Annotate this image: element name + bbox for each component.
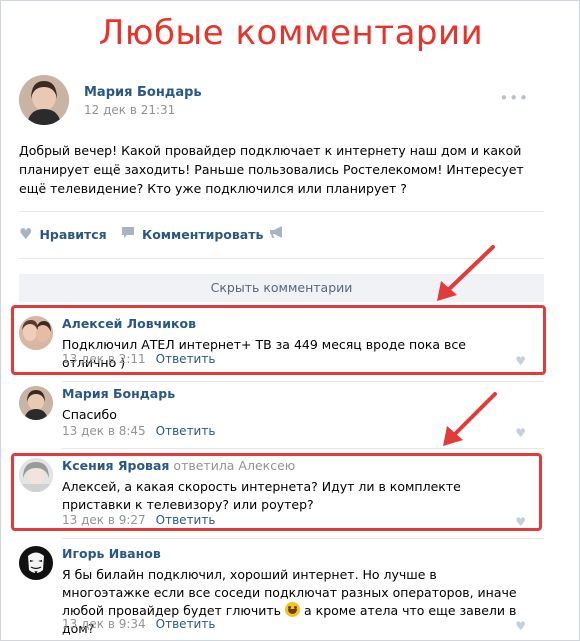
red-arrow-icon — [437, 245, 495, 301]
highlight-box — [11, 305, 546, 375]
more-options-icon[interactable]: ••• — [499, 89, 529, 107]
divider — [62, 381, 544, 382]
comment-meta: 13 дек в 9:34 Ответить — [62, 617, 215, 631]
like-button[interactable]: ♥ Нравится — [19, 225, 107, 243]
post-header: Мария Бондарь 12 дек в 21:31 ••• — [19, 75, 529, 127]
divider — [19, 211, 544, 212]
grinning-emoji-icon — [285, 602, 301, 617]
comment-date[interactable]: 13 дек в 8:45 — [62, 424, 146, 438]
avatar-photo-icon — [19, 75, 69, 125]
comment-item: Игорь Иванов Я бы билайн подключил, хоро… — [19, 546, 544, 636]
speech-bubble-icon — [121, 225, 135, 243]
reply-button[interactable]: Ответить — [156, 424, 216, 438]
avatar[interactable] — [19, 75, 69, 125]
divider — [62, 538, 544, 539]
comment-author[interactable]: Игорь Иванов — [62, 546, 161, 561]
post-text: Добрый вечер! Какой провайдер подключает… — [19, 143, 524, 196]
heart-icon: ♥ — [19, 225, 33, 243]
comment-author-name[interactable]: Игорь Иванов — [62, 546, 161, 561]
mask-avatar-icon — [19, 546, 53, 580]
red-arrow-icon — [443, 392, 497, 446]
banner-title: Любые комментарии — [98, 13, 484, 53]
comment-date[interactable]: 13 дек в 9:34 — [62, 617, 146, 631]
post-date[interactable]: 12 дек в 21:31 — [84, 103, 175, 117]
megaphone-icon — [269, 225, 285, 243]
comment-button[interactable]: Комментировать — [121, 225, 263, 243]
heart-icon[interactable]: ♥ — [515, 619, 526, 633]
comment-author[interactable]: Мария Бондарь — [62, 386, 175, 401]
post-author[interactable]: Мария Бондарь — [84, 85, 202, 100]
page-frame: Любые комментарии Мария Бондарь 12 дек в… — [0, 0, 580, 641]
comment-author-name[interactable]: Мария Бондарь — [62, 386, 175, 401]
share-button[interactable] — [269, 225, 292, 243]
like-label: Нравится — [39, 226, 107, 242]
heart-icon[interactable]: ♥ — [515, 426, 526, 440]
avatar[interactable] — [19, 386, 53, 420]
reply-button[interactable]: Ответить — [156, 617, 216, 631]
comment-meta: 13 дек в 8:45 Ответить — [62, 424, 215, 438]
comment-label: Комментировать — [142, 226, 264, 242]
highlight-box — [11, 453, 542, 531]
avatar[interactable] — [19, 546, 53, 580]
avatar-photo-icon — [19, 386, 53, 420]
